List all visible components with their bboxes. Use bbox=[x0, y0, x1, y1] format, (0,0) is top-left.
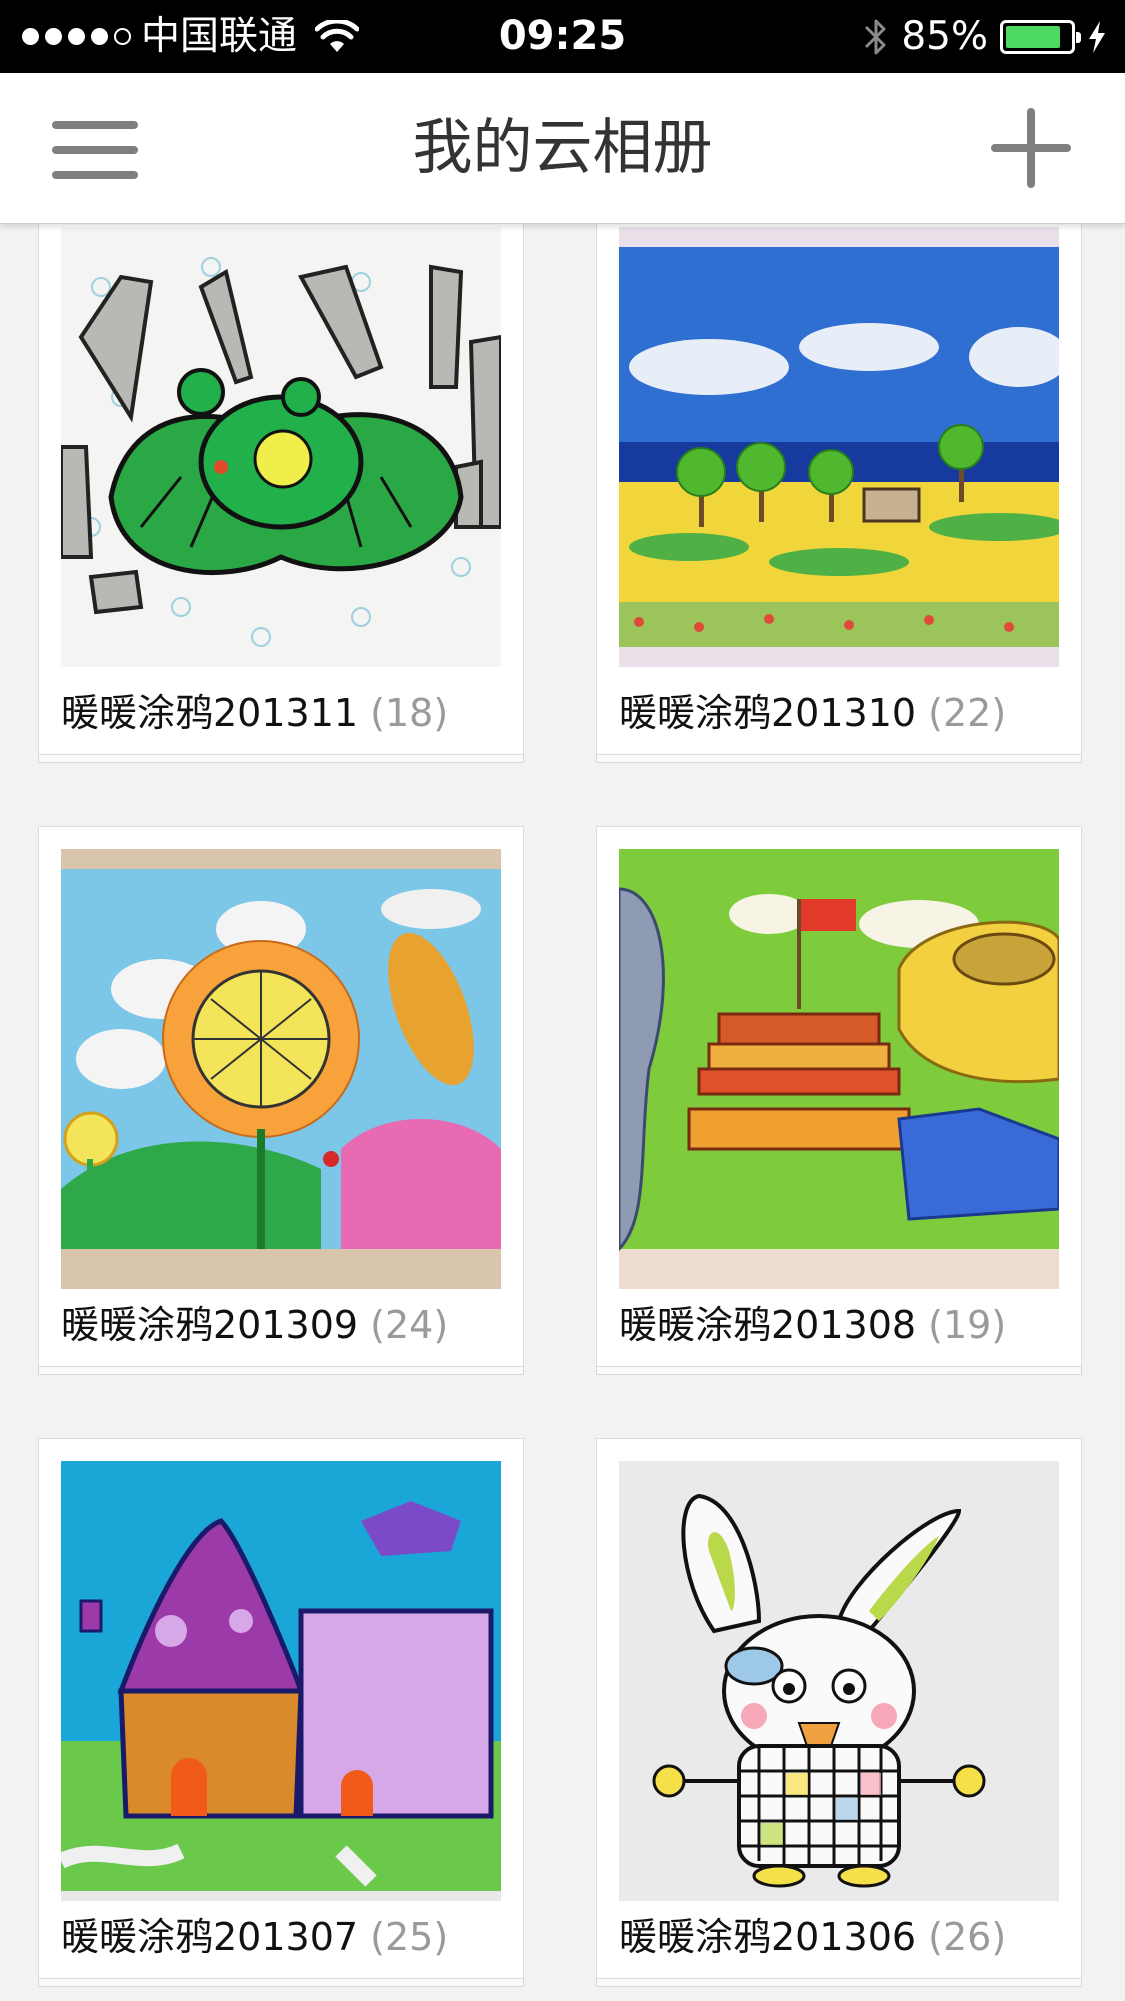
album-title: 暖暖涂鸦201311 (18) bbox=[61, 683, 448, 743]
charging-bolt-icon bbox=[1089, 20, 1105, 53]
status-bar: 中国联通 09:25 85% bbox=[0, 0, 1125, 73]
album-card[interactable]: 暖暖涂鸦201311 (18) bbox=[38, 224, 524, 763]
rabbit-drawing-image bbox=[619, 1461, 1059, 1901]
album-photo-count: (19) bbox=[928, 1303, 1007, 1347]
album-name: 暖暖涂鸦201306 bbox=[619, 1915, 917, 1959]
navigation-bar: 我的云相册 bbox=[0, 73, 1125, 224]
album-thumbnail[interactable] bbox=[61, 849, 501, 1289]
battery-icon bbox=[1000, 19, 1081, 54]
album-title: 暖暖涂鸦201310 (22) bbox=[619, 683, 1006, 743]
album-card[interactable]: 暖暖涂鸦201310 (22) bbox=[596, 224, 1082, 763]
landscape-drawing-image bbox=[619, 227, 1059, 667]
tiananmen-drawing-image bbox=[619, 849, 1059, 1289]
album-photo-count: (24) bbox=[370, 1303, 449, 1347]
hamburger-menu-icon[interactable] bbox=[52, 121, 138, 181]
album-grid: 暖暖涂鸦201311 (18) 暖暖涂鸦201310 (22) 暖暖涂鸦2013… bbox=[0, 224, 1125, 2001]
album-name: 暖暖涂鸦201308 bbox=[619, 1303, 917, 1347]
mushroom-house-drawing-image bbox=[61, 1461, 501, 1901]
status-right: 85% bbox=[863, 0, 1107, 73]
album-thumbnail[interactable] bbox=[61, 1461, 501, 1901]
frog-drawing-image bbox=[61, 227, 501, 667]
album-card[interactable]: 暖暖涂鸦201307 (25) bbox=[38, 1438, 524, 1987]
album-photo-count: (18) bbox=[370, 691, 449, 735]
bluetooth-icon bbox=[865, 19, 886, 54]
album-name: 暖暖涂鸦201311 bbox=[61, 691, 359, 735]
album-photo-count: (26) bbox=[928, 1915, 1007, 1959]
page-title: 我的云相册 bbox=[412, 113, 713, 183]
album-name: 暖暖涂鸦201307 bbox=[61, 1915, 359, 1959]
album-photo-count: (22) bbox=[928, 691, 1007, 735]
album-card[interactable]: 暖暖涂鸦201306 (26) bbox=[596, 1438, 1082, 1987]
battery-fill bbox=[1006, 25, 1060, 48]
battery-percent: 85% bbox=[901, 14, 988, 59]
album-card[interactable]: 暖暖涂鸦201308 (19) bbox=[596, 826, 1082, 1375]
album-thumbnail[interactable] bbox=[619, 227, 1059, 667]
album-name: 暖暖涂鸦201310 bbox=[619, 691, 917, 735]
album-photo-count: (25) bbox=[370, 1915, 449, 1959]
album-thumbnail[interactable] bbox=[619, 1461, 1059, 1901]
album-title: 暖暖涂鸦201309 (24) bbox=[61, 1295, 448, 1355]
album-thumbnail[interactable] bbox=[619, 849, 1059, 1289]
album-title: 暖暖涂鸦201306 (26) bbox=[619, 1907, 1006, 1967]
album-name: 暖暖涂鸦201309 bbox=[61, 1303, 359, 1347]
album-thumbnail[interactable] bbox=[61, 227, 501, 667]
plus-icon[interactable] bbox=[991, 108, 1071, 188]
album-title: 暖暖涂鸦201308 (19) bbox=[619, 1295, 1006, 1355]
album-title: 暖暖涂鸦201307 (25) bbox=[61, 1907, 448, 1967]
sunflower-drawing-image bbox=[61, 849, 501, 1289]
album-card[interactable]: 暖暖涂鸦201309 (24) bbox=[38, 826, 524, 1375]
